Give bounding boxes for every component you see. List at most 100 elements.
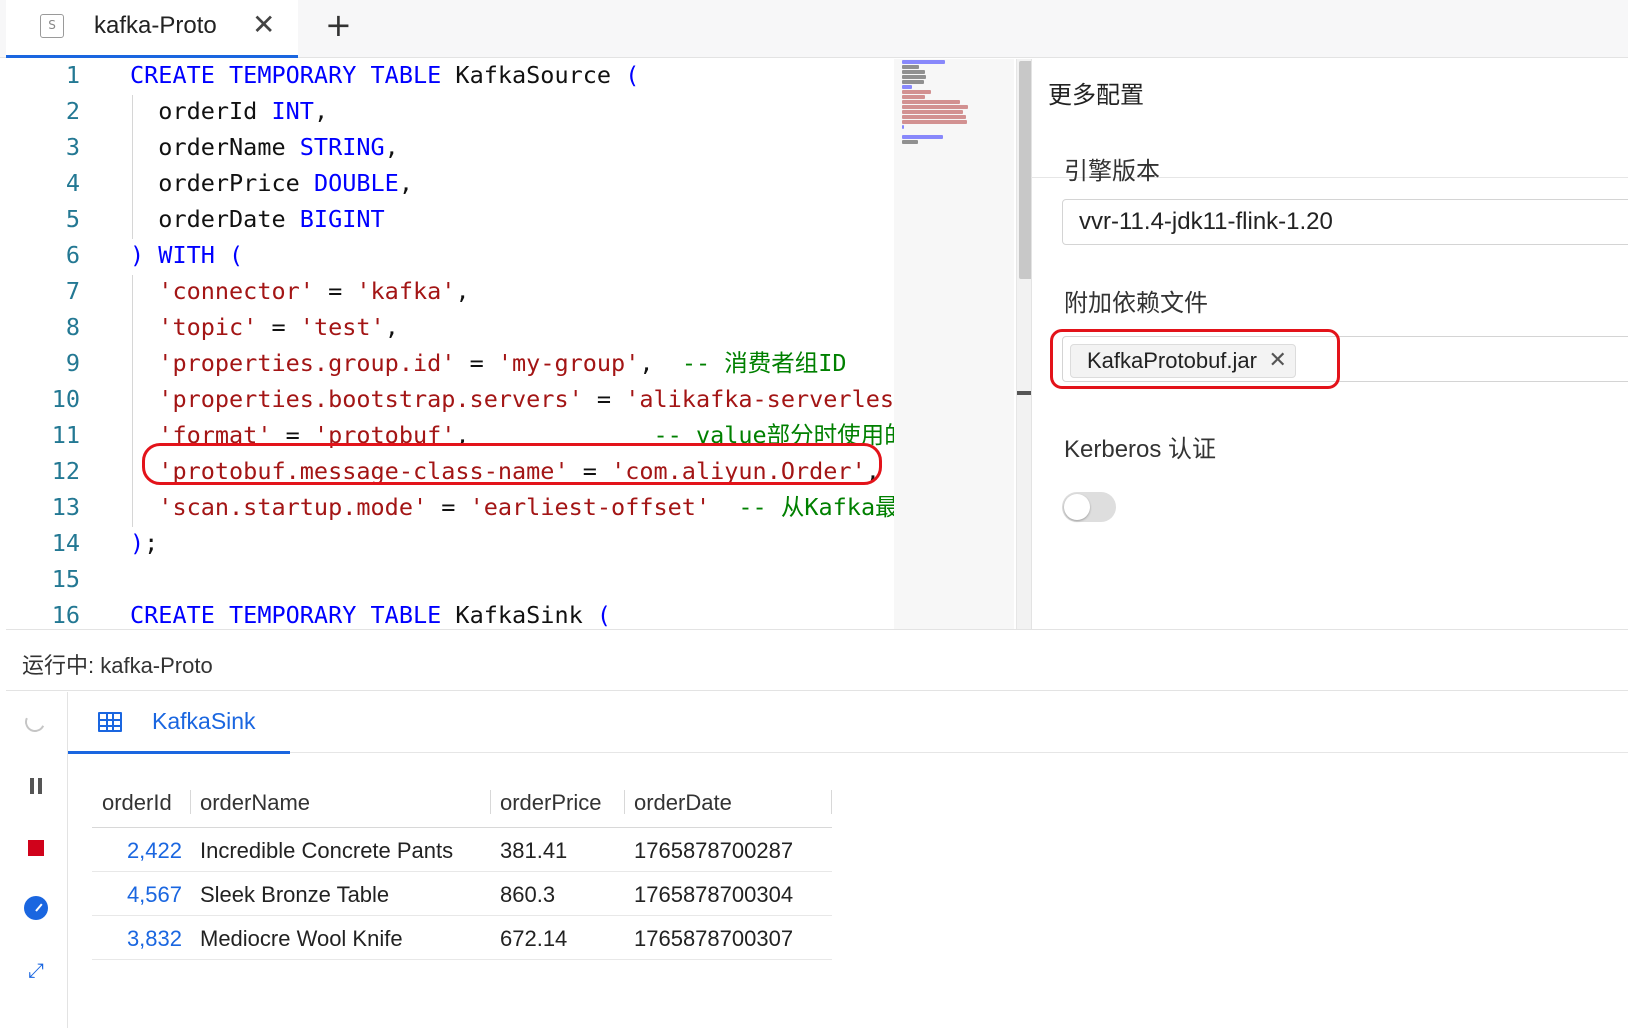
line-number: 16 [51,601,80,629]
code-token: , [384,313,399,341]
code-line[interactable]: 2 orderId INT, [6,93,926,129]
code-token: 'topic' [158,313,258,341]
pause-icon[interactable] [20,770,52,802]
cell-orderprice: 381.41 [500,838,568,863]
code-line[interactable]: 6) WITH ( [6,237,926,273]
code-text: CREATE TEMPORARY TABLE KafkaSink ( [130,597,611,633]
cell-ordername: Sleek Bronze Table [200,882,390,907]
close-icon[interactable]: ✕ [252,8,275,41]
code-line[interactable]: 7 'connector' = 'kafka', [6,273,926,309]
minimap-line [902,60,946,64]
tab-kafka-proto[interactable]: S kafka-Proto ✕ [6,0,298,58]
code-token: KafkaSource [455,61,626,89]
tab-bar: S kafka-Proto ✕ + [0,0,1628,58]
cell-orderid: 4,567 [126,882,182,907]
code-text: orderPrice DOUBLE, [130,165,413,201]
code-token: -- 消费者组ID [681,349,847,377]
column-header-orderprice[interactable]: orderPrice [500,788,601,818]
code-token: 'earliest-offset' [469,493,711,521]
engine-version-select[interactable]: vvr-11.4-jdk11-flink-1.20 [1062,199,1628,245]
column-header-orderid[interactable]: orderId [102,788,172,818]
table-row[interactable]: 4,567 Sleek Bronze Table 860.3 176587870… [92,872,832,916]
code-text: orderName STRING, [130,129,399,165]
line-number: 2 [65,97,80,125]
code-text: 'scan.startup.mode' = 'earliest-offset' … [130,489,922,525]
code-token: = [313,277,357,305]
minimap-line [902,115,966,119]
code-line[interactable]: 9 'properties.group.id' = 'my-group', --… [6,345,926,381]
code-text: ) WITH ( [130,237,243,273]
kerberos-toggle[interactable] [1062,492,1116,522]
results-panel: ⤢ KafkaSink orderId orderName orderPrice… [6,692,1628,1028]
table-row[interactable]: 2,422 Incredible Concrete Pants 381.41 1… [92,828,832,872]
run-toolbar: ⤢ [6,692,68,1028]
code-token: orderId [130,97,272,125]
code-text: 'topic' = 'test', [130,309,399,345]
column-header-ordername[interactable]: orderName [200,788,310,818]
expand-icon[interactable]: ⤢ [20,954,52,986]
column-separator[interactable] [190,790,191,814]
cell-orderid: 3,832 [126,926,182,951]
code-line[interactable]: 13 'scan.startup.mode' = 'earliest-offse… [6,489,926,525]
add-tab-icon[interactable]: + [325,6,352,44]
column-separator[interactable] [624,790,625,814]
code-token: = [582,385,626,413]
code-token: 'properties.bootstrap.servers' [158,385,583,413]
code-line[interactable]: 14); [6,525,926,561]
code-token: = [427,493,470,521]
minimap[interactable] [894,59,1014,651]
code-token: STRING [299,133,385,161]
code-token: 'alikafka-serverless [625,385,909,413]
result-tab-label: KafkaSink [152,708,256,734]
code-token: , [455,277,470,305]
kerberos-label: Kerberos 认证 [1064,436,1217,463]
tab-kafkasink[interactable]: KafkaSink [68,692,290,754]
code-text: 'connector' = 'kafka', [130,273,470,309]
column-separator[interactable] [490,790,491,814]
column-separator[interactable] [831,790,832,814]
code-line[interactable]: 3 orderName STRING, [6,129,926,165]
code-token: CREATE TEMPORARY TABLE [130,61,456,89]
code-token: CREATE TEMPORARY TABLE [130,601,456,629]
line-number: 15 [51,565,80,593]
code-line[interactable]: 10 'properties.bootstrap.servers' = 'ali… [6,381,926,417]
dashboard-gauge-icon[interactable] [20,892,52,924]
line-number: 14 [51,529,80,557]
code-line[interactable]: 8 'topic' = 'test', [6,309,926,345]
column-header-orderdate[interactable]: orderDate [634,788,732,818]
cell-orderdate: 1765878700307 [634,926,794,951]
indent-guide [132,275,133,527]
loading-spinner-icon [22,709,48,735]
code-text: orderId INT, [130,93,328,129]
code-text: 'properties.bootstrap.servers' = 'alikaf… [130,381,908,417]
code-token: 'connector' [158,277,314,305]
code-token: = [257,313,300,341]
code-token: BIGINT [299,205,385,233]
code-line[interactable]: 16 CREATE TEMPORARY TABLE KafkaSink ( [6,597,926,633]
line-number: 4 [65,169,80,197]
code-line[interactable]: 4 orderPrice DOUBLE, [6,165,926,201]
code-editor[interactable]: 1 CREATE TEMPORARY TABLE KafkaSource (2 o… [6,59,1036,651]
minimap-line [902,70,925,74]
stop-icon[interactable] [20,832,52,864]
minimap-line [902,85,912,89]
line-number: 10 [51,385,80,413]
indent-guide [132,95,133,239]
cell-orderid: 2,422 [126,838,182,863]
code-token: = [455,349,498,377]
line-number: 1 [65,61,80,89]
code-line[interactable]: 15 [6,561,926,597]
table-row[interactable]: 3,832 Mediocre Wool Knife 672.14 1765878… [92,916,832,960]
engine-version-label: 引擎版本 [1064,158,1160,185]
toggle-knob [1064,494,1090,520]
line-number: 3 [65,133,80,161]
cell-ordername: Mediocre Wool Knife [200,926,403,951]
minimap-line [902,120,967,124]
annotation-highlight-dependency [1050,329,1340,389]
code-line[interactable]: 5 orderDate BIGINT [6,201,926,237]
code-line[interactable]: 1 CREATE TEMPORARY TABLE KafkaSource ( [6,59,926,93]
tab-title: kafka-Proto [94,12,217,39]
cell-orderprice: 672.14 [500,926,568,951]
